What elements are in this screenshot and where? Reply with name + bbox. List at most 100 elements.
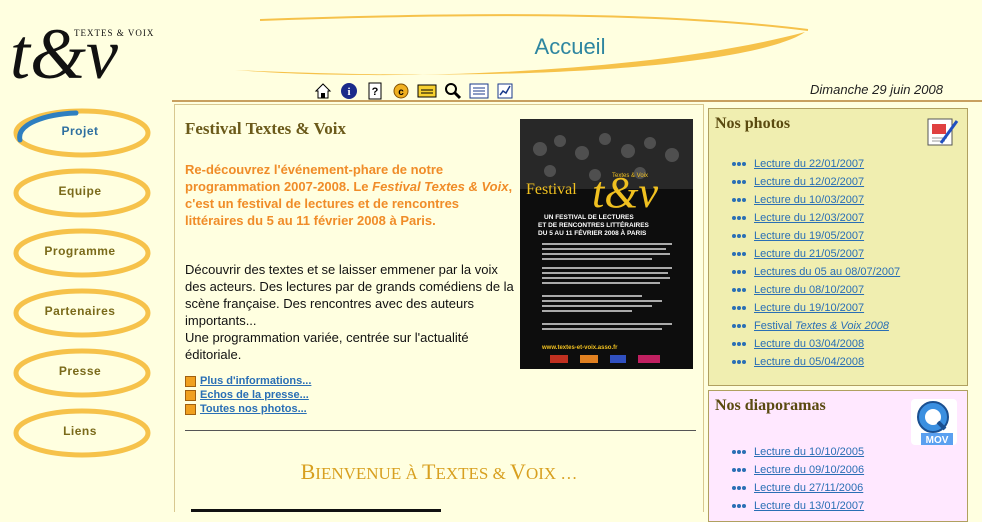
more-info-link[interactable]: Plus d'informations... (185, 374, 311, 388)
link-label: Lecture du 03/04/2008 (754, 338, 865, 350)
link-label: Lecture du 09/10/2006 (754, 464, 865, 476)
nav-label: Partenaires (44, 304, 116, 318)
nav-item-presse[interactable]: Presse (0, 342, 170, 402)
photo-link[interactable]: Lecture du 19/10/2007 (731, 299, 900, 317)
photos-panel: Nos photos Lecture du 22/01/2007 Lecture… (708, 108, 968, 386)
logo-text: t&v (10, 14, 118, 94)
site-logo[interactable]: t&v TEXTES & VOIX (8, 8, 168, 100)
body-paragraph-1: Découvrir des textes et se laisser emmen… (185, 262, 514, 328)
nav-item-liens[interactable]: Liens (0, 402, 170, 462)
photo-link[interactable]: Lecture du 05/04/2008 (731, 353, 900, 371)
photo-link[interactable]: Lectures du 05 au 08/07/2007 (731, 263, 900, 281)
nav-item-equipe[interactable]: Equipe (0, 162, 170, 222)
slideshows-title: Nos diaporamas (715, 397, 826, 414)
slideshow-link[interactable]: Lecture du 09/10/2006 (731, 461, 864, 479)
mov-badge: MOV (926, 435, 949, 446)
photo-link[interactable]: Lecture du 03/04/2008 (731, 335, 900, 353)
bullet-icon (732, 450, 746, 454)
photos-title: Nos photos (715, 115, 791, 132)
bullet-icon (732, 234, 746, 238)
nav-item-partenaires[interactable]: Partenaires (0, 282, 170, 342)
slideshow-link[interactable]: Lecture du 27/11/2006 (731, 479, 864, 497)
search-icon[interactable] (443, 81, 463, 101)
header-divider (172, 100, 982, 102)
bullet-icon (732, 468, 746, 472)
poster-url: www.textes-et-voix.asso.fr (541, 345, 618, 351)
bullet-icon (185, 375, 196, 387)
bullet-icon (732, 198, 746, 202)
content-divider (185, 430, 696, 431)
main-nav: Projet Equipe Programme Partenaires Pres… (0, 102, 170, 462)
bullet-icon (732, 306, 746, 310)
bullet-icon (732, 504, 746, 508)
link-label: Lecture du 19/10/2007 (754, 302, 865, 314)
info-icon[interactable]: i (339, 81, 359, 101)
logo-subtitle: TEXTES & VOIX (74, 28, 154, 38)
photos-list: Lecture du 22/01/2007 Lecture du 12/02/2… (731, 155, 900, 371)
nav-item-programme[interactable]: Programme (0, 222, 170, 282)
bullet-icon (732, 342, 746, 346)
feature-body: Découvrir des textes et se laisser emmen… (185, 261, 515, 363)
all-photos-link[interactable]: Toutes nos photos... (185, 402, 311, 416)
welcome-letter: B (300, 459, 316, 484)
nav-label: Projet (61, 124, 99, 138)
bullet-icon (732, 324, 746, 328)
bullet-icon (732, 486, 746, 490)
welcome-heading: BIENVENUE À TEXTES & VOIX … (175, 459, 703, 485)
nav-item-projet[interactable]: Projet (0, 102, 170, 162)
photo-album-icon (925, 115, 959, 154)
slideshows-panel: Nos diaporamas MOV Lecture du 10/10/2005… (708, 390, 968, 522)
slideshow-link[interactable]: Lecture du 13/01/2007 (731, 497, 864, 515)
photo-link[interactable]: Festival Textes & Voix 2008 (731, 317, 900, 335)
nav-label: Liens (63, 424, 97, 438)
feature-title: Festival Textes & Voix (185, 119, 347, 138)
copyright-icon[interactable]: c (391, 81, 411, 101)
slideshows-list: Lecture du 10/10/2005 Lecture du 09/10/2… (731, 443, 864, 515)
bullet-icon (732, 270, 746, 274)
photo-link[interactable]: Lecture du 08/10/2007 (731, 281, 900, 299)
bullet-icon (732, 360, 746, 364)
svg-text:i: i (347, 86, 350, 98)
photo-link[interactable]: Lecture du 12/03/2007 (731, 209, 900, 227)
link-label: Lecture du 05/04/2008 (754, 356, 865, 368)
body-paragraph-2: Une programmation variée, centrée sur l'… (185, 330, 469, 362)
photo-link[interactable]: Lecture du 19/05/2007 (731, 227, 900, 245)
lead-italic: Festival Textes & Voix (372, 179, 509, 194)
photo-link[interactable]: Lecture du 10/03/2007 (731, 191, 900, 209)
link-label: Lecture du 21/05/2007 (754, 248, 865, 260)
poster-word: Festival (526, 181, 577, 198)
welcome-text: IENVENUE À (315, 464, 422, 483)
poster-heading-1: UN FESTIVAL DE LECTURES (544, 214, 634, 221)
link-label-italic: Textes & Voix 2008 (794, 320, 889, 332)
poster-brand: Textes & Voix (612, 173, 648, 179)
photo-link[interactable]: Lecture du 22/01/2007 (731, 155, 900, 173)
link-label: Lecture du 12/03/2007 (754, 212, 865, 224)
link-label: Echos de la presse... (200, 389, 309, 401)
help-icon[interactable]: ? (365, 81, 385, 101)
link-label: Lecture du 13/01/2007 (754, 500, 865, 512)
bullet-icon (732, 180, 746, 184)
link-label: Festival (754, 320, 795, 332)
list-icon[interactable] (469, 81, 489, 101)
link-label: Lecture du 19/05/2007 (754, 230, 865, 242)
more-links: Plus d'informations... Echos de la press… (185, 374, 311, 416)
photo-link[interactable]: Lecture du 21/05/2007 (731, 245, 900, 263)
welcome-text: OIX … (525, 464, 578, 483)
slideshow-link[interactable]: Lecture du 10/10/2005 (731, 443, 864, 461)
welcome-text: EXTES & (435, 464, 511, 483)
link-label: Lecture du 10/03/2007 (754, 194, 865, 206)
festival-poster[interactable]: Festival t&v Textes & Voix UN FESTIVAL D… (520, 119, 693, 369)
photo-link[interactable]: Lecture du 12/02/2007 (731, 173, 900, 191)
press-echoes-link[interactable]: Echos de la presse... (185, 388, 311, 402)
nav-label: Programme (44, 244, 116, 258)
link-label: Lecture du 12/02/2007 (754, 176, 865, 188)
link-label: Lecture du 22/01/2007 (754, 158, 865, 170)
home-icon[interactable] (313, 81, 333, 101)
toolbar: i ? c (313, 80, 515, 102)
link-label: Toutes nos photos... (200, 403, 307, 415)
stats-icon[interactable] (495, 81, 515, 101)
mail-icon[interactable] (417, 81, 437, 101)
welcome-letter: T (421, 459, 436, 484)
welcome-letter: V (510, 459, 526, 484)
poster-heading-3: DU 5 AU 11 FÉVRIER 2008 À PARIS (538, 228, 647, 237)
